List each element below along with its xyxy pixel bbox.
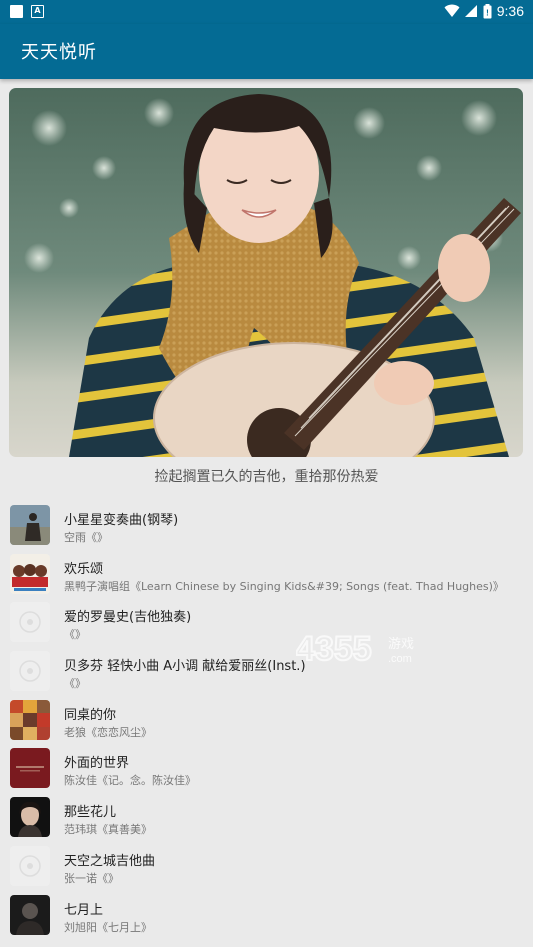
song-title: 同桌的你 [64, 707, 117, 723]
song-artist-album: 《》 [64, 628, 86, 642]
album-art-placeholder-icon [10, 845, 50, 886]
song-title: 七月上 [64, 902, 104, 918]
album-art-placeholder-icon [10, 651, 50, 692]
album-art [10, 748, 50, 789]
a-box-icon: A [31, 5, 44, 18]
song-list: 小星星变奏曲(钢琴) 空雨《》 欢乐颂 黑鸭子演唱组《Learn Chinese… [0, 502, 533, 940]
app-bar: 天天悦听 [0, 24, 533, 79]
song-title: 外面的世界 [64, 756, 130, 772]
album-art [10, 797, 50, 838]
song-title: 欢乐颂 [64, 561, 104, 577]
song-title: 小星星变奏曲(钢琴) [64, 513, 179, 528]
list-item[interactable]: 外面的世界 陈汝佳《记。念。陈汝佳》 [0, 745, 533, 794]
song-artist-album: 《》 [64, 677, 86, 691]
list-item[interactable]: 那些花儿 范玮琪《真善美》 [0, 794, 533, 843]
list-item[interactable]: 爱的罗曼史(吉他独奏) 《》 [0, 599, 533, 648]
song-title: 贝多芬 轻快小曲 A小调 献给爱丽丝(Inst.) [64, 659, 306, 675]
song-artist-album: 张一诺《》 [64, 871, 119, 885]
svg-text:!: ! [486, 8, 489, 17]
song-artist-album: 陈汝佳《记。念。陈汝佳》 [64, 774, 196, 788]
list-item[interactable]: 天空之城吉他曲 张一诺《》 [0, 843, 533, 892]
song-artist-album: 刘旭阳《七月上》 [64, 920, 152, 934]
list-item[interactable]: 七月上 刘旭阳《七月上》 [0, 892, 533, 941]
watermark-logo: 4355 游戏 .com [295, 628, 426, 669]
status-left-icons: A [10, 5, 44, 18]
list-item[interactable]: 小星星变奏曲(钢琴) 空雨《》 [0, 502, 533, 551]
list-item[interactable]: 同桌的你 老狼《恋恋风尘》 [0, 697, 533, 746]
list-item[interactable]: 欢乐颂 黑鸭子演唱组《Learn Chinese by Singing Kids… [0, 551, 533, 600]
status-time: 9:36 [496, 3, 524, 19]
square-icon [10, 5, 23, 18]
list-item[interactable]: 贝多芬 轻快小曲 A小调 献给爱丽丝(Inst.) 《》 [0, 648, 533, 697]
svg-text:4355: 4355 [296, 630, 372, 668]
song-artist-album: 老狼《恋恋风尘》 [64, 725, 152, 739]
song-title: 爱的罗曼史(吉他独奏) [64, 610, 192, 626]
svg-text:游戏: 游戏 [388, 637, 414, 652]
banner-image[interactable] [9, 88, 523, 457]
album-art [10, 553, 50, 594]
song-artist-album: 范玮琪《真善美》 [64, 823, 152, 837]
wifi-icon [444, 4, 460, 17]
album-art [10, 894, 50, 935]
girl-with-guitar-photo [9, 88, 523, 457]
song-title: 天空之城吉他曲 [64, 853, 156, 869]
status-right-icons: ! 9:36 [444, 3, 524, 19]
song-title: 那些花儿 [64, 805, 117, 821]
album-art [10, 699, 50, 740]
signal-icon [464, 5, 477, 17]
album-art-placeholder-icon [10, 602, 50, 643]
app-title: 天天悦听 [21, 42, 97, 63]
album-art [10, 505, 50, 545]
song-artist-album: 黑鸭子演唱组《Learn Chinese by Singing Kids&#39… [64, 579, 504, 593]
banner-caption: 捡起搁置已久的吉他，重拾那份热爱 [154, 469, 379, 485]
battery-icon: ! [483, 3, 492, 18]
svg-text:.com: .com [388, 653, 412, 665]
song-artist-album: 空雨《》 [64, 531, 108, 544]
status-bar: A ! 9:36 [0, 0, 533, 24]
